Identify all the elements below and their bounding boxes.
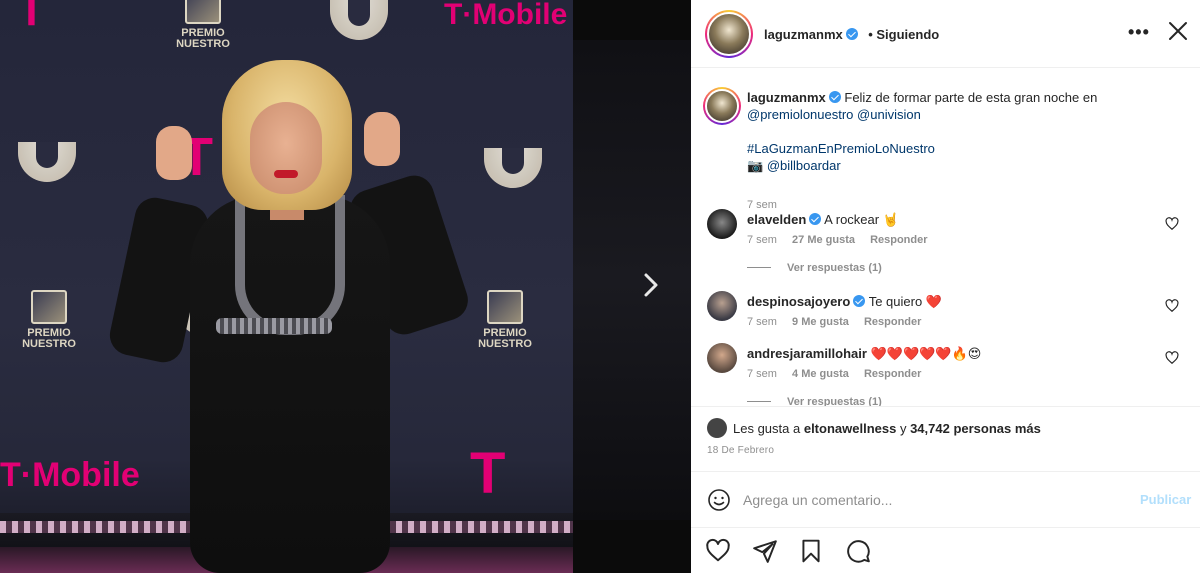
more-options-icon[interactable]: •••: [1128, 22, 1150, 43]
verified-badge-icon: [853, 295, 866, 307]
heart-icon[interactable]: [1165, 217, 1179, 231]
heart-icon[interactable]: [705, 538, 731, 564]
close-icon[interactable]: [1167, 20, 1189, 42]
premio-lo-nuestro-logo: PREMIO NUESTRO: [18, 290, 80, 368]
verified-badge-icon: [809, 213, 822, 225]
mention-link[interactable]: @billboardar: [767, 158, 841, 173]
comment-text: ❤️❤️❤️❤️❤️🔥😍: [870, 346, 982, 361]
view-replies-button[interactable]: Ver respuestas (1): [747, 262, 882, 274]
univision-logo: [330, 0, 388, 40]
comment-likes[interactable]: 9 Me gusta: [792, 316, 849, 328]
comment-text: Te quiero ❤️: [868, 294, 942, 309]
post-photo[interactable]: T T·Mobile T·Mobile T T T PREMIO NUESTRO…: [0, 0, 573, 573]
divider: [691, 406, 1200, 407]
post-date[interactable]: 18 De Febrero: [707, 445, 774, 456]
mention-link[interactable]: @premiolonuestro: [747, 107, 853, 122]
likes-prefix: Les gusta a: [733, 421, 801, 436]
post-actions: [691, 527, 1200, 573]
liker-avatar: [707, 418, 727, 438]
tmobile-logo: T: [18, 0, 45, 35]
hashtag-link[interactable]: #LaGuzmanEnPremioLoNuestro: [747, 141, 935, 156]
reply-button[interactable]: Responder: [864, 368, 921, 380]
comment-avatar[interactable]: [707, 343, 737, 373]
comment-avatar[interactable]: [707, 209, 737, 239]
comment-avatar[interactable]: [707, 291, 737, 321]
likes-summary[interactable]: Les gusta a eltonawellness y 34,742 pers…: [707, 418, 1041, 438]
caption-username[interactable]: laguzmanmx: [747, 90, 826, 105]
comment-likes[interactable]: 27 Me gusta: [792, 234, 855, 246]
comments-list: laguzmanmx Feliz de formar parte de esta…: [691, 69, 1200, 407]
chevron-right-icon: [644, 273, 658, 297]
camera-emoji-icon: 📷: [747, 158, 764, 173]
reply-button[interactable]: Responder: [870, 234, 927, 246]
next-image-preview: [573, 0, 691, 573]
post-side-panel: laguzmanmx • Siguiendo ••• laguzmanmx Fe…: [691, 0, 1200, 573]
person-figure: [106, 60, 474, 573]
caption-avatar[interactable]: [703, 87, 741, 125]
univision-logo: [18, 142, 76, 182]
comment-username[interactable]: despinosajoyero: [747, 294, 850, 309]
likes-connector: y: [899, 421, 907, 436]
heart-icon[interactable]: [1165, 299, 1179, 313]
next-image-button[interactable]: [636, 270, 666, 300]
comment-time[interactable]: 7 sem: [747, 316, 777, 328]
add-comment-bar: Publicar: [691, 471, 1200, 527]
share-icon[interactable]: [752, 538, 778, 564]
heart-icon[interactable]: [1165, 351, 1179, 365]
post-header: laguzmanmx • Siguiendo •••: [691, 0, 1200, 68]
verified-badge-icon: [845, 28, 858, 40]
verified-badge-icon: [828, 91, 841, 103]
publish-button[interactable]: Publicar: [1140, 492, 1191, 507]
comment-time[interactable]: 7 sem: [747, 368, 777, 380]
comment-likes[interactable]: 4 Me gusta: [792, 368, 849, 380]
comment-text: A rockear 🤘: [824, 212, 899, 227]
bookmark-icon[interactable]: [798, 538, 824, 564]
tmobile-logo: T: [470, 441, 506, 506]
comment-input[interactable]: [743, 486, 1123, 514]
comment-username[interactable]: elavelden: [747, 212, 806, 227]
caption-time[interactable]: 7 sem: [747, 199, 777, 211]
author-info: laguzmanmx • Siguiendo: [764, 26, 939, 44]
mention-link[interactable]: @univision: [857, 107, 921, 122]
premio-lo-nuestro-logo: PREMIO NUESTRO: [172, 0, 234, 68]
premio-lo-nuestro-logo: PREMIO NUESTRO: [474, 290, 536, 368]
tmobile-logo: T·Mobile: [444, 0, 568, 31]
author-avatar[interactable]: [705, 10, 753, 58]
author-username[interactable]: laguzmanmx: [764, 27, 843, 42]
follow-status-button[interactable]: • Siguiendo: [868, 27, 939, 42]
univision-logo: [484, 148, 542, 188]
comment-time[interactable]: 7 sem: [747, 234, 777, 246]
likes-others[interactable]: 34,742 personas más: [910, 421, 1041, 436]
comment-username[interactable]: andresjaramillohair: [747, 346, 867, 361]
liker-username[interactable]: eltonawellness: [804, 421, 896, 436]
caption-text: Feliz de formar parte de esta gran noche…: [844, 90, 1098, 105]
reply-button[interactable]: Responder: [864, 316, 921, 328]
emoji-icon[interactable]: [707, 488, 731, 512]
comment-icon[interactable]: [845, 538, 871, 564]
follow-status-label: Siguiendo: [876, 27, 940, 42]
